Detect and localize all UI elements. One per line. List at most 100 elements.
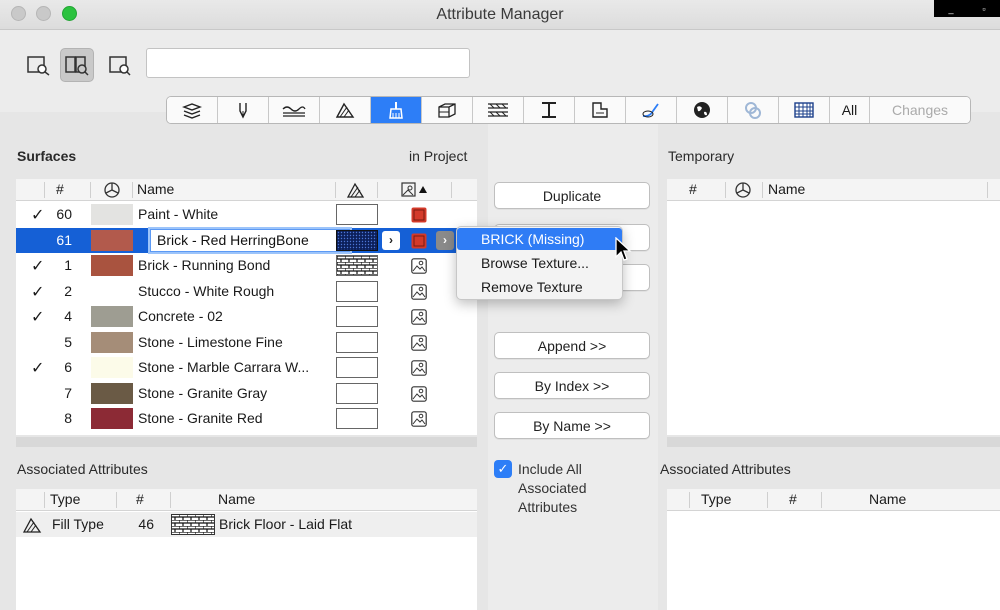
texture-image-icon[interactable] <box>411 360 427 376</box>
texture-image-icon[interactable] <box>411 309 427 325</box>
menu-item-browse-texture[interactable]: Browse Texture... <box>457 252 622 274</box>
dual-panel-search-icon <box>65 56 89 76</box>
brick-fill-pattern-swatch[interactable] <box>336 255 378 276</box>
surface-row[interactable]: ✓ 2 Stucco - White Rough <box>16 279 477 304</box>
texture-image-icon[interactable] <box>411 385 427 402</box>
tab-layers[interactable] <box>167 97 218 123</box>
tab-property-table[interactable] <box>779 97 830 123</box>
assoc-right-table: Type # Name <box>667 489 1000 610</box>
surface-color-swatch[interactable] <box>91 204 133 225</box>
texture-missing-icon[interactable] <box>411 207 427 223</box>
tab-composites[interactable] <box>473 97 524 123</box>
by-name-button[interactable]: By Name >> <box>494 412 650 439</box>
surface-row[interactable]: ✓ 60 Paint - White <box>16 202 477 227</box>
search-input[interactable] <box>146 48 470 78</box>
surface-color-swatch[interactable] <box>91 229 133 251</box>
tab-building-materials[interactable] <box>422 97 473 123</box>
surface-color-swatch[interactable] <box>91 331 133 353</box>
texture-sort-icon[interactable] <box>401 181 431 199</box>
surface-color-swatch[interactable] <box>91 357 133 378</box>
surface-row[interactable]: ✓ 4 Concrete - 02 <box>16 304 477 329</box>
header-number[interactable]: # <box>56 181 64 197</box>
fill-pattern-swatch[interactable] <box>336 204 378 225</box>
surface-color-swatch[interactable] <box>91 280 133 302</box>
surface-name-edit-field[interactable]: Brick - Red HerringBone <box>150 228 350 252</box>
menu-item-brick-missing[interactable]: BRICK (Missing) <box>457 228 622 250</box>
tab-fill-types[interactable] <box>320 97 371 123</box>
surface-row[interactable]: 7 Stone - Granite Gray <box>16 381 477 406</box>
tab-zone-categories[interactable] <box>575 97 626 123</box>
assoc-row[interactable]: Fill Type 46 Brick Floor - Laid Flat <box>16 512 477 537</box>
os-minimize-button[interactable]: _ <box>948 4 953 14</box>
tab-surfaces[interactable] <box>371 97 422 123</box>
fill-pattern-swatch[interactable] <box>336 331 378 353</box>
table-grid-icon <box>794 102 814 118</box>
surface-color-swatch[interactable] <box>91 382 133 404</box>
tab-changes[interactable]: Changes <box>870 97 970 123</box>
surface-number: 61 <box>56 231 72 248</box>
tab-markup-styles[interactable] <box>677 97 728 123</box>
tab-pens[interactable] <box>218 97 269 123</box>
texture-image-icon[interactable] <box>411 283 427 300</box>
surface-number: 4 <box>64 308 72 324</box>
view-both-panels-button[interactable] <box>60 48 94 82</box>
fill-pattern-swatch[interactable] <box>336 408 378 429</box>
texture-image-icon[interactable] <box>411 411 427 427</box>
surface-row[interactable]: ✓ 1 Brick - Running Bond <box>16 253 477 278</box>
menu-item-remove-texture[interactable]: Remove Texture <box>457 276 622 298</box>
surfaces-horizontal-scrollbar[interactable] <box>16 437 477 447</box>
title-bar: Attribute Manager _ ▫ <box>0 0 1000 30</box>
os-restore-button[interactable]: ▫ <box>982 4 985 14</box>
surface-color-swatch[interactable] <box>91 255 133 276</box>
by-index-button[interactable]: By Index >> <box>494 372 650 399</box>
surface-number: 60 <box>56 206 72 222</box>
header-name[interactable]: Name <box>218 491 255 507</box>
surface-color-swatch[interactable] <box>91 306 133 327</box>
fill-pattern-swatch[interactable] <box>336 229 378 251</box>
surface-name: Stone - Granite Red <box>138 410 263 426</box>
header-name[interactable]: Name <box>137 181 174 197</box>
surface-name: Paint - White <box>138 206 219 222</box>
texture-image-icon[interactable] <box>411 258 427 274</box>
tab-line-types[interactable] <box>269 97 320 123</box>
surface-row[interactable]: 8 Stone - Granite Red <box>16 406 477 431</box>
header-number[interactable]: # <box>689 181 697 197</box>
texture-missing-icon[interactable] <box>411 233 427 249</box>
fill-pattern-swatch[interactable] <box>336 382 378 404</box>
temporary-horizontal-scrollbar[interactable] <box>667 437 1000 447</box>
tab-operation-profiles[interactable] <box>626 97 677 123</box>
view-right-only-button[interactable] <box>102 48 136 82</box>
include-associated-checkbox[interactable]: ✓ <box>494 460 512 478</box>
surface-number: 7 <box>64 384 72 401</box>
header-name[interactable]: Name <box>768 181 805 197</box>
in-project-label: in Project <box>409 148 468 164</box>
color-wheel-icon[interactable] <box>104 182 120 198</box>
fill-pattern-swatch[interactable] <box>336 357 378 378</box>
texture-arrow-button[interactable]: › <box>436 230 454 250</box>
duplicate-button[interactable]: Duplicate <box>494 182 650 209</box>
fill-pattern-swatch[interactable] <box>336 280 378 302</box>
fill-type-column-icon[interactable] <box>346 182 366 198</box>
surface-name: Stone - Marble Carrara W... <box>138 359 310 375</box>
tab-profiles[interactable] <box>524 97 575 123</box>
surface-row[interactable]: 5 Stone - Limestone Fine <box>16 330 477 355</box>
tab-mep-systems[interactable] <box>728 97 779 123</box>
surface-name: Stucco - White Rough <box>138 282 275 299</box>
surface-row[interactable]: 61 Brick - Red HerringBone › › <box>16 227 477 253</box>
header-number[interactable]: # <box>789 491 797 507</box>
pen-icon <box>239 103 247 119</box>
fill-pattern-swatch[interactable] <box>336 306 378 327</box>
include-associated-label[interactable]: Include All Associated Attributes <box>518 460 628 517</box>
color-wheel-icon[interactable] <box>735 182 751 198</box>
texture-image-icon[interactable] <box>411 334 427 351</box>
surface-color-swatch[interactable] <box>91 408 133 429</box>
header-type[interactable]: Type <box>701 491 731 507</box>
tab-all[interactable]: All <box>830 97 870 123</box>
surface-row[interactable]: ✓ 6 Stone - Marble Carrara W... <box>16 355 477 380</box>
header-name[interactable]: Name <box>869 491 906 507</box>
view-left-only-button[interactable] <box>22 48 56 82</box>
header-type[interactable]: Type <box>50 491 80 507</box>
fill-arrow-button[interactable]: › <box>382 230 400 250</box>
append-button[interactable]: Append >> <box>494 332 650 359</box>
header-number[interactable]: # <box>136 491 144 507</box>
